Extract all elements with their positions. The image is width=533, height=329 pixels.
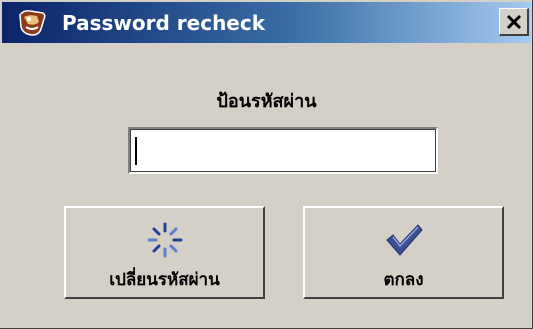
app-icon — [17, 9, 47, 37]
window-title: Password recheck — [62, 11, 266, 35]
ok-button[interactable]: ตกลง — [303, 206, 504, 299]
text-caret — [135, 137, 137, 165]
change-password-label: เปลี่ยนรหัสผ่าน — [109, 270, 220, 290]
checkmark-icon — [384, 220, 424, 260]
password-input[interactable] — [128, 127, 438, 174]
title-bar[interactable]: Password recheck — [2, 2, 531, 43]
close-icon — [506, 14, 521, 29]
close-button[interactable] — [499, 8, 529, 36]
spinner-icon — [145, 220, 185, 260]
password-prompt-label: ป้อนรหัสผ่าน — [216, 91, 317, 112]
ok-label: ตกลง — [383, 270, 424, 290]
password-recheck-dialog: Password recheck ป้อนรหัสผ่าน เปลี่ยนรหั… — [0, 0, 533, 329]
change-password-button[interactable]: เปลี่ยนรหัสผ่าน — [64, 206, 265, 299]
